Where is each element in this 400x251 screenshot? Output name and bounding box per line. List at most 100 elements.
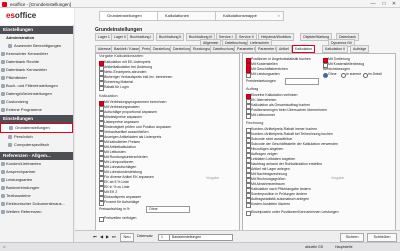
sidebar-item-label: Textbausteine xyxy=(6,193,31,198)
item-icon xyxy=(1,178,5,182)
last-record-icon[interactable]: ⏭ xyxy=(112,234,116,239)
record-field[interactable]: Basiseinstellungen xyxy=(169,234,233,241)
new-button[interactable]: Neu xyxy=(120,233,134,242)
sidebar-item-label: Externe Programme xyxy=(6,107,42,112)
sidebar: Einstellungen Administration Anwender Be… xyxy=(0,25,74,250)
sidebar-item[interactable]: Customizing xyxy=(0,98,73,106)
tab[interactable]: Artikel xyxy=(276,45,292,53)
item-icon xyxy=(1,194,5,198)
item-icon xyxy=(1,60,5,64)
sidebar-section-header[interactable]: Referenzen - Allgem... xyxy=(0,152,73,160)
item-icon xyxy=(1,186,5,190)
tab-kalkulationen[interactable]: Kalkulationen× xyxy=(157,11,221,21)
item-icon xyxy=(1,100,5,104)
sidebar-item-label: Weitere Referenzen xyxy=(6,209,42,214)
group-title: Auftrag xyxy=(246,87,259,91)
sidebar-item-label: Datenbank Kennwörter xyxy=(6,67,47,72)
tab[interactable]: Buchhaltung II xyxy=(156,33,185,41)
vorgabe-label: Vorgabe xyxy=(206,176,220,180)
checkbox[interactable]: Kosten Ausleiten löschen xyxy=(246,202,290,208)
tab-kalkulation[interactable]: Kalkulation xyxy=(292,45,316,53)
item-icon xyxy=(8,143,12,147)
checkbox[interactable]: Prozent für Aufschläge xyxy=(99,200,139,206)
sidebar-item[interactable]: Leistungsarten xyxy=(0,176,73,184)
sidebar-item[interactable]: Computerspezifisch xyxy=(0,141,73,149)
sidebar-item[interactable]: Persönlich xyxy=(0,133,73,141)
window-title: esoffice - [Grundeinstellungen] xyxy=(10,1,71,7)
sidebar-item-label: Leistungsarten xyxy=(6,177,33,182)
first-record-icon[interactable]: ⏮ xyxy=(93,234,97,239)
status-site: Hauptstelle xyxy=(335,244,353,249)
item-icon xyxy=(1,68,5,72)
sidebar-section-header[interactable]: Einstellungen xyxy=(0,26,73,34)
item-icon xyxy=(8,135,12,139)
sidebar-subheader[interactable]: Administration xyxy=(0,34,73,42)
logo-suffix: office xyxy=(14,11,37,20)
item-icon xyxy=(1,202,5,206)
sidebar-item[interactable]: Anwender Berechtigungen xyxy=(0,42,73,50)
preis-field[interactable] xyxy=(285,78,319,85)
bereich-label: Bereichsbezogen xyxy=(323,67,351,71)
radio-ohne[interactable]: Ohne xyxy=(323,72,337,78)
sidebar-item-label: Anwender Berechtigungen xyxy=(14,43,62,48)
home-icon[interactable]: ⌂ xyxy=(3,244,5,249)
sidebar-item[interactable]: Ansprechpartner xyxy=(0,168,73,176)
save-button[interactable]: Sichern xyxy=(340,233,364,242)
checkbox[interactable]: Einzelposten unter Positionen/Kennzeichn… xyxy=(246,210,339,216)
record-label: Datensatz xyxy=(137,234,153,238)
sidebar-item[interactable]: Datengröße/einstellungen xyxy=(0,90,73,98)
admin-items: Anwender Berechtigungen Kennwörter Kennw… xyxy=(0,42,73,114)
vorgabe-label: Vorgabe xyxy=(331,176,345,180)
record-toolbar: ⏮ ◀ ▶ ⏭ Neu Datensatz 1 Basiseinstellung… xyxy=(75,230,400,242)
radio-im-detail[interactable]: im Detail xyxy=(363,72,382,78)
sidebar-item[interactable]: Kunden/Lieferanten xyxy=(0,160,73,168)
item-icon xyxy=(1,170,5,174)
maximize-button[interactable]: □ xyxy=(379,1,389,7)
sidebar-item-label: Ansprechpartner xyxy=(6,169,36,174)
item-icon xyxy=(1,92,5,96)
checkbox[interactable]: Mit Leistungsarten xyxy=(246,72,280,78)
group-title: Vorgabe Kalkulationsarten xyxy=(99,54,144,58)
radio-in-summe[interactable]: in summe xyxy=(341,72,361,78)
item-icon xyxy=(1,162,5,166)
checkbox[interactable]: Mit Leitnummer xyxy=(246,113,275,119)
item-icon xyxy=(8,44,12,48)
tab-label: Kalkulationen xyxy=(165,13,190,18)
tab-label: Kalkulationsmappe xyxy=(223,13,257,18)
sidebar-item-label: Computerspezifisch xyxy=(14,142,50,147)
item-icon xyxy=(1,76,5,80)
sidebar-item[interactable]: Bankverbindungen xyxy=(0,184,73,192)
sidebar-item-grundeinstellungen[interactable]: Grundeinstellungen xyxy=(0,123,73,133)
close-icon[interactable]: × xyxy=(278,12,280,19)
tab-grundeinstellungen[interactable]: Grundeinstellungen× xyxy=(99,11,163,21)
checkbox[interactable]: Preiszeilen verfolgen xyxy=(99,216,137,222)
sidebar-item[interactable]: Kennwörter Kennwörter xyxy=(0,50,73,58)
preisaufschlag-select[interactable]: Ohne xyxy=(146,206,190,213)
close-button[interactable]: ✕ xyxy=(389,1,399,7)
close-dialog-button[interactable]: Schließen xyxy=(367,233,397,242)
sidebar-item[interactable]: Weitere Referenzen xyxy=(0,208,73,216)
sidebar-item[interactable]: Pflichtfelder xyxy=(0,74,73,82)
next-record-icon[interactable]: ▶ xyxy=(106,234,109,239)
sidebar-item-label: Elektronischer Dokumentenaus... xyxy=(6,201,65,206)
sidebar-section-header[interactable]: Einstellungen xyxy=(0,115,73,123)
tab[interactable]: Aufträge xyxy=(350,45,370,53)
sidebar-item[interactable]: Datenbank Rechte xyxy=(0,58,73,66)
item-icon xyxy=(9,126,13,130)
sidebar-item-label: Buch- und Filtereinstellungen xyxy=(6,83,58,88)
item-icon xyxy=(1,108,5,112)
title-bar: esoffice - [Grundeinstellungen] — □ ✕ xyxy=(0,0,400,8)
tab[interactable]: Buchhaltung I xyxy=(127,33,155,41)
checkbox[interactable]: Rabatt für Login xyxy=(99,85,129,91)
tab-kalkulationsmappe[interactable]: Kalkulationsmappe × xyxy=(215,11,284,21)
prev-record-icon[interactable]: ◀ xyxy=(100,234,103,239)
sidebar-item[interactable]: Externe Programme xyxy=(0,106,73,114)
sidebar-item[interactable]: Elektronischer Dokumentenaus... xyxy=(0,200,73,208)
sidebar-item-label: Datenbank Rechte xyxy=(6,59,40,64)
item-icon xyxy=(1,210,5,214)
sidebar-item[interactable]: Textbausteine xyxy=(0,192,73,200)
sidebar-item[interactable]: Datenbank Kennwörter xyxy=(0,66,73,74)
minimize-button[interactable]: — xyxy=(368,1,378,7)
sidebar-item[interactable]: Buch- und Filtereinstellungen xyxy=(0,82,73,90)
tab[interactable]: Kalkulation II xyxy=(322,45,349,53)
